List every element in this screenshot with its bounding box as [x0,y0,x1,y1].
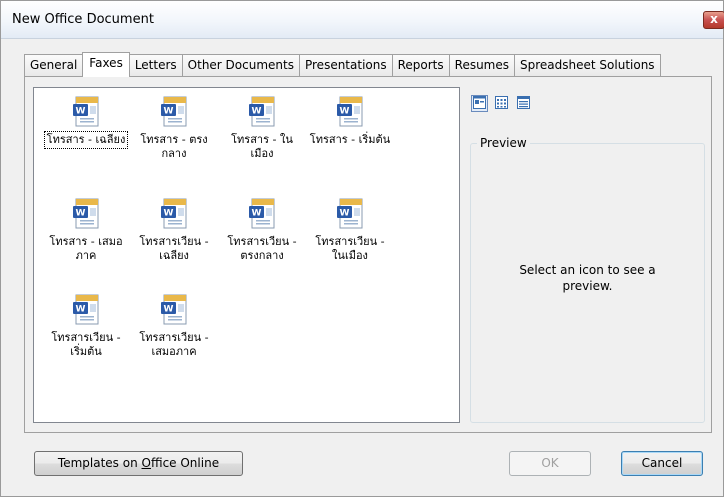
template-label: โทรสารเวียน - ในเมือง [315,235,385,262]
details-view-icon [517,95,530,112]
preview-legend: Preview [477,136,530,150]
list-view-icon [495,95,508,112]
template-label: โทรสารเวียน - ตรงกลาง [227,235,297,262]
new-office-document-dialog: New Office Document x General Faxes Lett… [0,0,724,497]
template-item[interactable]: W โทรสาร - เฉลียง [42,96,130,149]
tab-general[interactable]: General [24,54,84,77]
word-document-icon: W [159,96,189,130]
template-label: โทรสาร - ตรงกลาง [140,133,208,160]
template-item[interactable]: W โทรสารเวียน - ในเมือง [306,198,394,264]
templates-on-office-online-button[interactable]: Templates on Office Online [34,451,243,476]
word-document-icon: W [247,96,277,130]
tab-faxes[interactable]: Faxes [82,52,130,77]
details-view-button[interactable] [515,95,532,112]
svg-text:W: W [76,209,86,219]
word-document-icon: W [335,198,365,232]
template-item[interactable]: W โทรสาร - เริ่มต้น [306,96,394,148]
title-bar[interactable]: New Office Document x [1,1,724,39]
word-document-icon: W [71,198,101,232]
list-view-button[interactable] [493,95,510,112]
tab-panel-faxes: W โทรสาร - เฉลียง W โทรสาร - ตรงกลาง W โ… [24,76,712,433]
large-icons-view-icon [473,95,486,112]
word-document-icon: W [159,198,189,232]
template-item[interactable]: W โทรสารเวียน - ตรงกลาง [218,198,306,264]
ok-button[interactable]: OK [509,451,591,476]
word-document-icon: W [71,294,101,328]
svg-text:W: W [340,107,350,117]
word-document-icon: W [335,96,365,130]
tab-other-documents[interactable]: Other Documents [181,54,300,77]
svg-text:W: W [340,209,350,219]
template-item[interactable]: W โทรสาร - ในเมือง [218,96,306,162]
svg-text:W: W [76,305,86,315]
template-label: โทรสารเวียน - เริ่มต้น [51,331,121,358]
template-label: โทรสาร - เสมอภาค [49,235,123,262]
preview-message: Select an icon to see a preview. [519,263,656,293]
tab-strip: General Faxes Letters Other Documents Pr… [24,52,661,77]
template-item[interactable]: W โทรสารเวียน - เสมอภาค [130,294,218,360]
template-label: โทรสารเวียน - เฉลียง [139,235,209,262]
large-icons-view-button[interactable] [471,95,488,112]
svg-text:W: W [252,107,262,117]
template-label: โทรสารเวียน - เสมอภาค [139,331,209,358]
template-item[interactable]: W โทรสาร - เสมอภาค [42,198,130,264]
template-item[interactable]: W โทรสารเวียน - เฉลียง [130,198,218,264]
preview-groupbox: Preview Select an icon to see a preview. [470,136,705,423]
tab-resumes[interactable]: Resumes [448,54,516,77]
dialog-title: New Office Document [12,12,154,27]
templates-online-label-prefix: Templates on [57,456,142,470]
view-mode-toolbar [471,95,532,112]
svg-text:W: W [76,107,86,117]
word-document-icon: W [159,294,189,328]
svg-text:W: W [164,209,174,219]
tab-reports[interactable]: Reports [391,54,450,77]
word-document-icon: W [71,96,101,130]
svg-text:W: W [164,107,174,117]
templates-online-accelerator: O [141,456,151,470]
tab-spreadsheet-solutions[interactable]: Spreadsheet Solutions [514,54,661,77]
template-list[interactable]: W โทรสาร - เฉลียง W โทรสาร - ตรงกลาง W โ… [33,87,460,423]
close-icon: x [710,12,718,26]
template-item[interactable]: W โทรสาร - ตรงกลาง [130,96,218,162]
tab-presentations[interactable]: Presentations [298,54,393,77]
template-label: โทรสาร - เฉลียง [43,131,129,149]
svg-text:W: W [252,209,262,219]
word-document-icon: W [247,198,277,232]
template-label: โทรสาร - ในเมือง [231,133,293,160]
svg-text:W: W [164,305,174,315]
close-button[interactable]: x [703,11,724,29]
cancel-button[interactable]: Cancel [621,451,703,476]
template-item[interactable]: W โทรสารเวียน - เริ่มต้น [42,294,130,360]
template-label: โทรสาร - เริ่มต้น [309,133,391,146]
templates-online-label-suffix: ffice Online [150,456,220,470]
tab-letters[interactable]: Letters [128,54,183,77]
